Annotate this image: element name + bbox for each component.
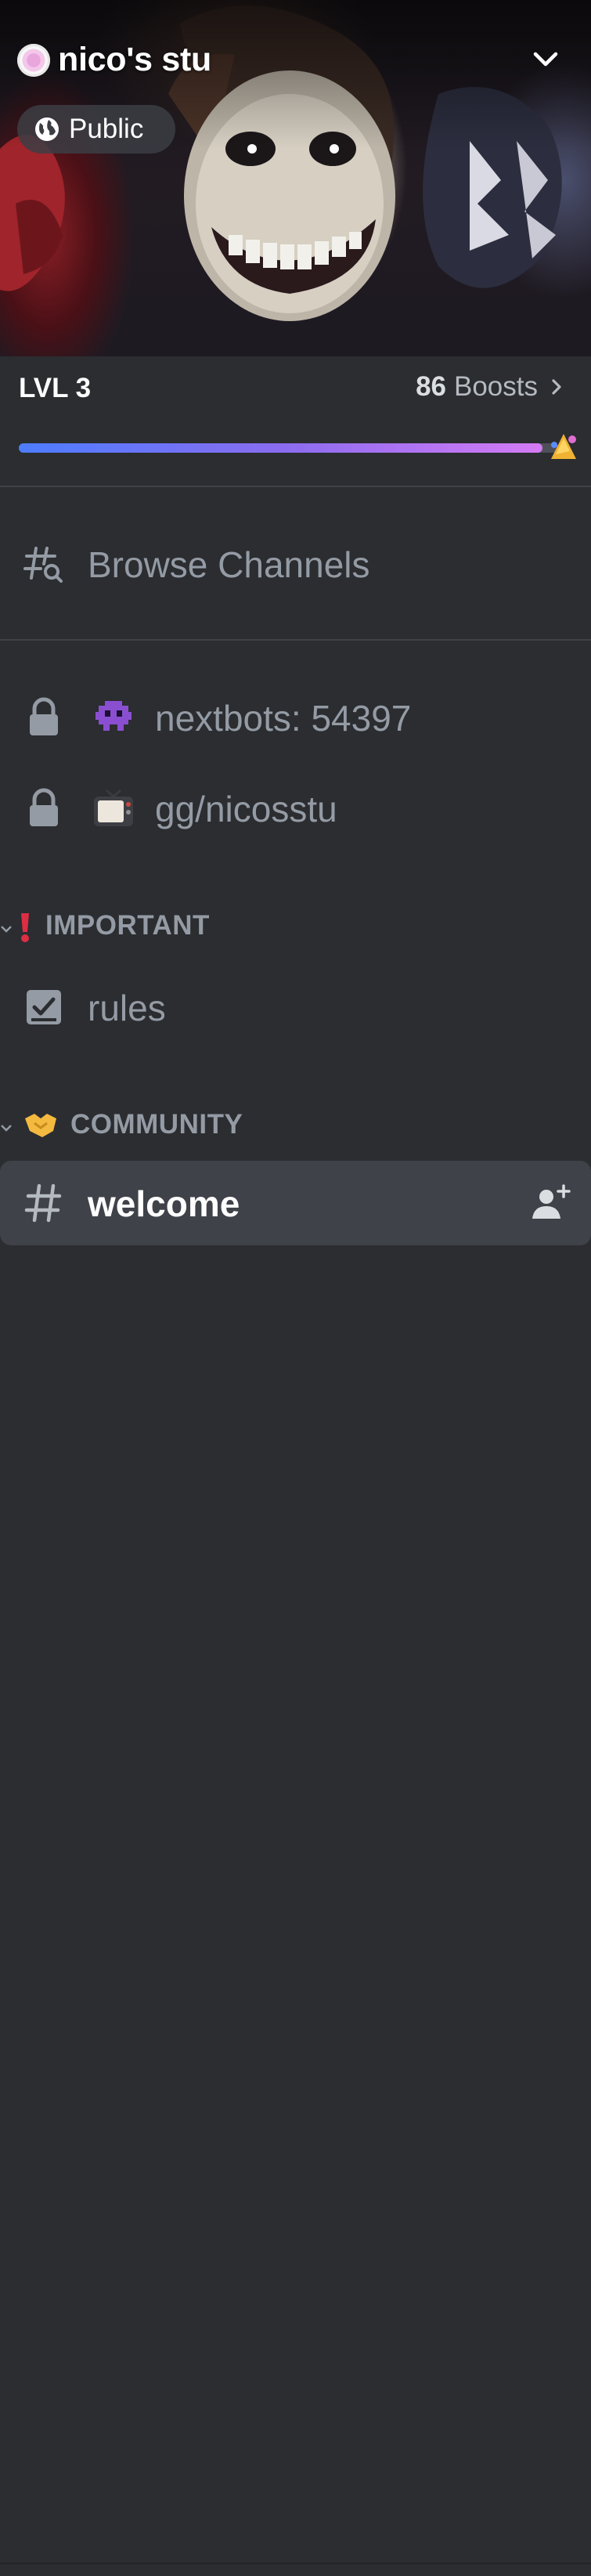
chevron-down-icon[interactable] [526,39,565,78]
divider [0,639,591,641]
boost-goal-icon [551,434,576,459]
boost-label: Boosts [454,371,538,402]
server-flower-icon [17,43,50,77]
category-name: COMMUNITY [70,1109,243,1140]
server-banner[interactable]: nico's stu Public [0,0,591,356]
category-name: IMPORTANT [45,910,210,941]
channel-name: welcome [88,1183,240,1224]
boost-progress-bar [19,443,559,453]
channel-item-nextbots[interactable]: nextbots: 54397 [0,694,591,741]
boost-count: 86 [416,371,446,402]
handshake-icon [25,1114,56,1137]
divider [0,486,591,487]
server-level: LVL 3 [19,373,92,403]
browse-channels[interactable]: Browse Channels [0,540,591,587]
browse-channels-icon [23,547,63,583]
panel-bottom-edge [0,2563,591,2564]
chevron-down-icon [1,1125,12,1132]
channel-item-gg-nicosstu[interactable]: gg/nicosstu [0,785,591,832]
chevron-down-icon [1,926,12,933]
chevron-right-icon [552,379,561,395]
invite-member-icon[interactable] [529,1183,573,1223]
public-badge[interactable]: Public [17,105,175,154]
channel-name: nextbots: 54397 [155,698,412,739]
boost-progress-fill [19,443,543,453]
alien-monster-icon [95,701,132,731]
lock-icon [30,788,58,826]
channel-name: gg/nicosstu [155,789,337,829]
browse-channels-label: Browse Channels [88,544,370,585]
channel-item-welcome[interactable]: welcome [0,1161,591,1245]
boosts-link[interactable]: 86 Boosts [416,371,568,403]
server-name: nico's stu [58,41,211,78]
television-icon [94,789,133,826]
exclamation-icon [21,913,29,942]
channel-name: rules [88,988,166,1028]
globe-icon [35,117,59,141]
hash-icon [24,1183,62,1223]
channel-item-rules[interactable]: rules [0,984,591,1031]
lock-icon [30,697,58,735]
server-title[interactable]: nico's stu [17,41,211,79]
public-label: Public [69,114,144,144]
rules-icon [27,990,61,1024]
